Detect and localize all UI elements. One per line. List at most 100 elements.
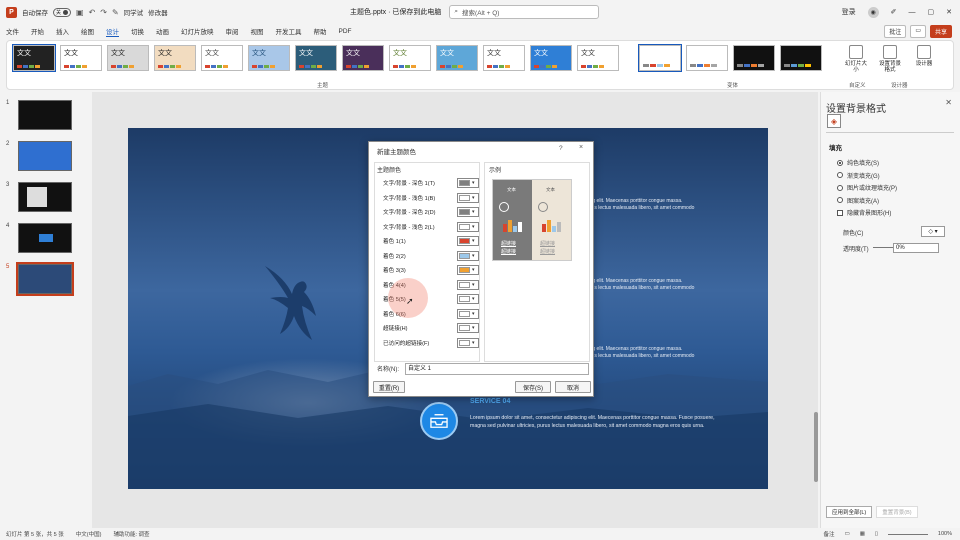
- close-window-icon[interactable]: ✕: [946, 8, 952, 16]
- tab-2[interactable]: 插入: [56, 26, 69, 36]
- avatar[interactable]: ◉: [867, 6, 879, 18]
- redo-icon[interactable]: ↷: [100, 8, 107, 17]
- comment-button[interactable]: 批注: [884, 24, 907, 38]
- variant-1[interactable]: [638, 44, 682, 72]
- color-dropdown[interactable]: ▾: [457, 279, 479, 290]
- theme-9[interactable]: 文文: [389, 45, 431, 71]
- name-input[interactable]: 自定义 1: [405, 363, 589, 375]
- checkbox[interactable]: [837, 209, 843, 216]
- zoom-slider[interactable]: [887, 533, 928, 535]
- radio-button[interactable]: [837, 159, 843, 166]
- cancel-button[interactable]: 取消: [555, 381, 591, 393]
- present-icon[interactable]: ▭: [910, 24, 926, 38]
- apply-to-all-button[interactable]: 应用到全部(L): [826, 506, 873, 518]
- tab-3[interactable]: 绘图: [81, 26, 94, 36]
- theme-3[interactable]: 文文: [107, 45, 149, 71]
- search-box[interactable]: ⌕ 搜索(Alt + Q): [449, 5, 600, 19]
- color-dropdown[interactable]: ▾: [457, 265, 479, 275]
- slide-thumb-row-4[interactable]: 4: [6, 223, 72, 253]
- paint-bucket-icon[interactable]: ◈: [827, 114, 841, 128]
- theme-4[interactable]: 文文: [154, 45, 196, 71]
- transparency-input[interactable]: 0%: [893, 243, 939, 253]
- theme-8[interactable]: 文文: [342, 45, 384, 71]
- theme-7[interactable]: 文文: [295, 45, 337, 71]
- slide-thumbnail[interactable]: [18, 223, 72, 253]
- accessibility-status[interactable]: 辅助功能: 调查: [113, 530, 149, 538]
- tab-12[interactable]: PDF: [339, 28, 352, 35]
- slide-thumbnail[interactable]: [18, 141, 72, 171]
- reset-background-button[interactable]: 重置背景(B): [876, 506, 918, 518]
- zoom-level[interactable]: 100%: [938, 531, 952, 537]
- tab-1[interactable]: 开始: [31, 26, 44, 36]
- share-button[interactable]: 共享: [929, 24, 952, 38]
- canvas-scrollbar[interactable]: [813, 92, 819, 528]
- tab-7[interactable]: 幻灯片放映: [181, 26, 214, 36]
- color-dropdown[interactable]: ▾: [457, 308, 479, 319]
- maximize-icon[interactable]: ▢: [928, 8, 935, 16]
- theme-1[interactable]: 文文: [12, 44, 56, 72]
- ribbon-tool-1[interactable]: 幻灯片大小: [843, 45, 869, 73]
- theme-12[interactable]: 文文: [530, 45, 572, 71]
- fill-option-4[interactable]: 图案填充(A): [837, 196, 879, 205]
- tab-9[interactable]: 视图: [251, 26, 264, 36]
- save-icon[interactable]: ▣: [76, 8, 84, 17]
- color-dropdown[interactable]: ▾: [457, 236, 479, 246]
- reset-button[interactable]: 重置(R): [373, 381, 405, 393]
- theme-10[interactable]: 文文: [436, 45, 478, 71]
- ribbon-tool-2[interactable]: 设置背景格式: [877, 45, 903, 73]
- slide-thumb-row-3[interactable]: 3: [6, 182, 72, 212]
- pane-close-icon[interactable]: ✕: [945, 98, 952, 107]
- tab-4[interactable]: 设计: [106, 26, 119, 37]
- color-dropdown[interactable]: ▾: [457, 323, 479, 333]
- section-label[interactable]: 同学试: [124, 7, 144, 17]
- undo-icon[interactable]: ↶: [89, 8, 96, 17]
- editor-label[interactable]: 修改器: [148, 7, 168, 17]
- autosave-toggle[interactable]: 关: [53, 7, 71, 17]
- format-painter-icon[interactable]: ✎: [112, 8, 119, 17]
- reading-view-icon[interactable]: ▯: [875, 531, 878, 537]
- theme-5[interactable]: 文文: [201, 45, 243, 71]
- color-dropdown[interactable]: ▾: [457, 207, 479, 217]
- radio-button[interactable]: [837, 172, 843, 178]
- slide-thumb-row-1[interactable]: 1: [6, 100, 72, 130]
- sign-in-label[interactable]: 登录: [842, 7, 856, 17]
- variant-3[interactable]: [733, 45, 775, 71]
- language[interactable]: 中文(中国): [76, 530, 102, 538]
- slide-thumbnail[interactable]: [18, 100, 72, 130]
- slide-sorter-icon[interactable]: ▦: [860, 531, 865, 537]
- normal-view-icon[interactable]: ▭: [844, 531, 849, 537]
- close-icon[interactable]: ×: [579, 144, 583, 151]
- color-picker-button[interactable]: ◇ ▾: [921, 226, 945, 237]
- color-dropdown[interactable]: ▾: [457, 221, 479, 232]
- variant-2[interactable]: [686, 45, 728, 71]
- fill-option-3[interactable]: 图片或纹理填充(P): [837, 183, 897, 192]
- theme-6[interactable]: 文文: [248, 45, 290, 71]
- radio-button[interactable]: [837, 184, 843, 191]
- slide-thumb-row-2[interactable]: 2: [6, 141, 72, 171]
- ribbon-tool-3[interactable]: 设计器: [911, 45, 937, 73]
- slide-thumb-row-5[interactable]: 5: [6, 262, 74, 296]
- tab-8[interactable]: 审阅: [226, 26, 239, 36]
- pen-icon[interactable]: ✐: [891, 8, 897, 16]
- radio-button[interactable]: [837, 197, 843, 203]
- color-dropdown[interactable]: ▾: [457, 250, 479, 261]
- notes-button[interactable]: 备注: [823, 530, 834, 538]
- tab-0[interactable]: 文件: [6, 26, 19, 36]
- minimize-icon[interactable]: —: [909, 9, 916, 16]
- fill-section-header[interactable]: 填充: [829, 142, 842, 152]
- fill-option-1[interactable]: 纯色填充(S): [837, 158, 879, 167]
- fill-option-5[interactable]: 隐藏背景图形(H): [837, 208, 891, 217]
- variant-4[interactable]: [780, 45, 822, 71]
- transparency-slider[interactable]: [873, 247, 893, 248]
- color-dropdown[interactable]: ▾: [457, 178, 479, 188]
- theme-13[interactable]: 文文: [577, 45, 619, 71]
- color-dropdown[interactable]: ▾: [457, 192, 479, 203]
- theme-2[interactable]: 文文: [60, 45, 102, 71]
- tab-5[interactable]: 切换: [131, 26, 144, 36]
- color-dropdown[interactable]: ▾: [457, 337, 479, 348]
- scrollbar-thumb[interactable]: [814, 412, 818, 482]
- slide-thumbnail[interactable]: [18, 182, 72, 212]
- save-button[interactable]: 保存(S): [515, 381, 551, 393]
- tab-10[interactable]: 开发工具: [276, 26, 302, 36]
- help-icon[interactable]: ?: [559, 145, 563, 152]
